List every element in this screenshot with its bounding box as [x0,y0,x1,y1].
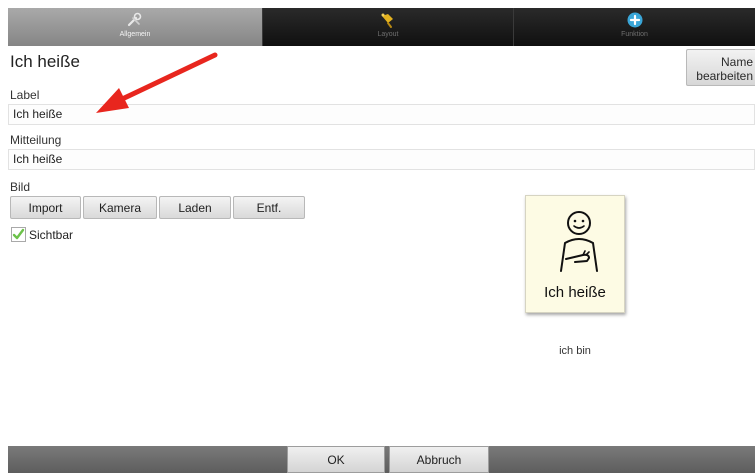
paint-icon [381,13,393,28]
tab-label: Funktion [621,31,648,38]
symbol-caption: Ich heiße [544,284,606,301]
visible-label: Sichtbar [29,228,74,242]
tools-icon [127,12,142,27]
tab-layout[interactable]: Layout [263,8,514,46]
import-button[interactable]: Import [10,196,81,219]
visible-checkbox[interactable] [11,227,26,242]
label-input[interactable]: Ich heiße [8,104,755,125]
tab-label: Allgemein [119,31,151,38]
annotation-arrow-icon [96,52,218,113]
edit-name-button[interactable]: Name bearbeiten [686,49,755,86]
edit-name-label-line1: Name [720,55,753,69]
symbol-subtitle: ich bin [559,345,591,357]
load-button[interactable]: Laden [159,196,231,219]
message-caption: Mitteilung [10,133,62,147]
page-title: Ich heiße [10,52,80,71]
cancel-button[interactable]: Abbruch [389,446,489,473]
camera-button[interactable]: Kamera [83,196,157,219]
image-button-group: Import Kamera Laden Entf. [10,196,307,219]
tab-bar: Allgemein Layout Funktion [8,8,755,46]
symbol-preview-card[interactable]: Ich heiße [525,195,625,313]
edit-name-label-line2: bearbeiten [696,69,753,83]
ok-button[interactable]: OK [287,446,385,473]
remove-button[interactable]: Entf. [233,196,305,219]
tab-label: Layout [377,31,399,38]
message-input[interactable]: Ich heiße [8,149,755,170]
image-caption: Bild [10,180,31,194]
plus-circle-icon [627,12,642,28]
tab-funktion[interactable]: Funktion [514,8,755,46]
checkmark-icon [12,228,25,240]
person-pointing-self-icon [560,211,598,272]
tab-allgemein[interactable]: Allgemein [8,8,263,46]
label-caption: Label [10,88,40,102]
